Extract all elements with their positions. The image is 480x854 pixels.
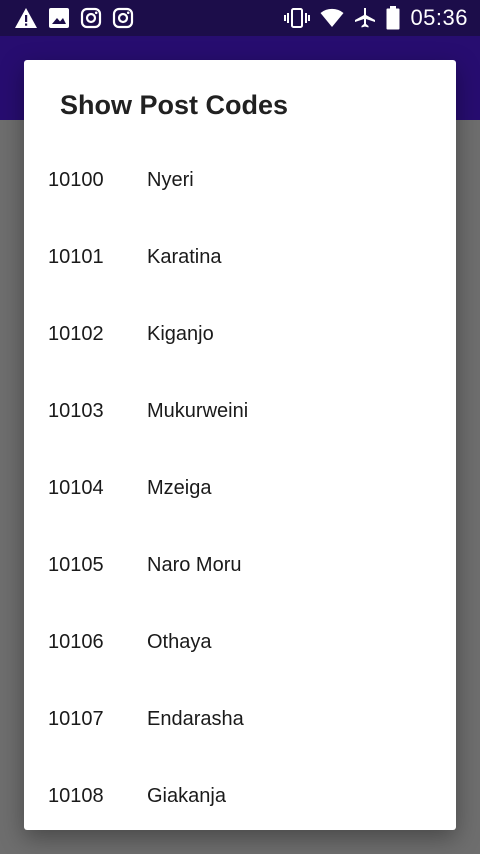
town-name: Mzeiga: [147, 477, 212, 499]
image-icon: [48, 7, 70, 29]
list-item[interactable]: 10108 Giakanja: [24, 758, 456, 830]
post-code: 10103: [48, 400, 104, 422]
dialog-title: Show Post Codes: [60, 90, 289, 120]
airplane-icon: [354, 7, 376, 29]
town-name: Othaya: [147, 631, 212, 653]
post-code: 10107: [48, 708, 104, 730]
list-item[interactable]: 10101 Karatina: [24, 219, 456, 296]
clock: 05:36: [410, 5, 468, 30]
list-item[interactable]: 10103 Mukurweini: [24, 373, 456, 450]
instagram-icon: [80, 7, 102, 29]
list-item[interactable]: 10106 Othaya: [24, 604, 456, 681]
vibrate-icon: [284, 7, 311, 29]
wifi-icon: [320, 8, 344, 28]
system-icons: 05:36: [284, 5, 468, 31]
list-item[interactable]: 10104 Mzeiga: [24, 450, 456, 527]
post-code: 10106: [48, 631, 104, 653]
town-name: Endarasha: [147, 708, 244, 730]
battery-icon: [386, 6, 400, 30]
list-item[interactable]: 10107 Endarasha: [24, 681, 456, 758]
list-item[interactable]: 10105 Naro Moru: [24, 527, 456, 604]
instagram-icon: [112, 7, 134, 29]
town-name: Giakanja: [147, 785, 226, 807]
post-codes-dialog: Show Post Codes 10100 Nyeri 10101 Karatina…: [24, 60, 456, 830]
town-name: Mukurweini: [147, 400, 249, 422]
post-code: 10101: [48, 246, 104, 268]
post-code: 10105: [48, 554, 104, 576]
town-name: Nyeri: [147, 169, 194, 191]
warning-icon: [14, 7, 38, 29]
post-code: 10108: [48, 785, 104, 807]
list-item[interactable]: 10102 Kiganjo: [24, 296, 456, 373]
town-name: Karatina: [147, 246, 222, 268]
post-code: 10102: [48, 323, 104, 345]
town-name: Naro Moru: [147, 554, 242, 576]
post-code: 10100: [48, 169, 104, 191]
post-code-list[interactable]: 10100 Nyeri 10101 Karatina 10102 Kiganjo 10…: [24, 142, 456, 830]
notification-icons: [14, 7, 134, 29]
list-item[interactable]: 10100 Nyeri: [24, 142, 456, 219]
status-bar: 05:36: [0, 0, 480, 36]
post-code: 10104: [48, 477, 104, 499]
town-name: Kiganjo: [147, 323, 214, 345]
